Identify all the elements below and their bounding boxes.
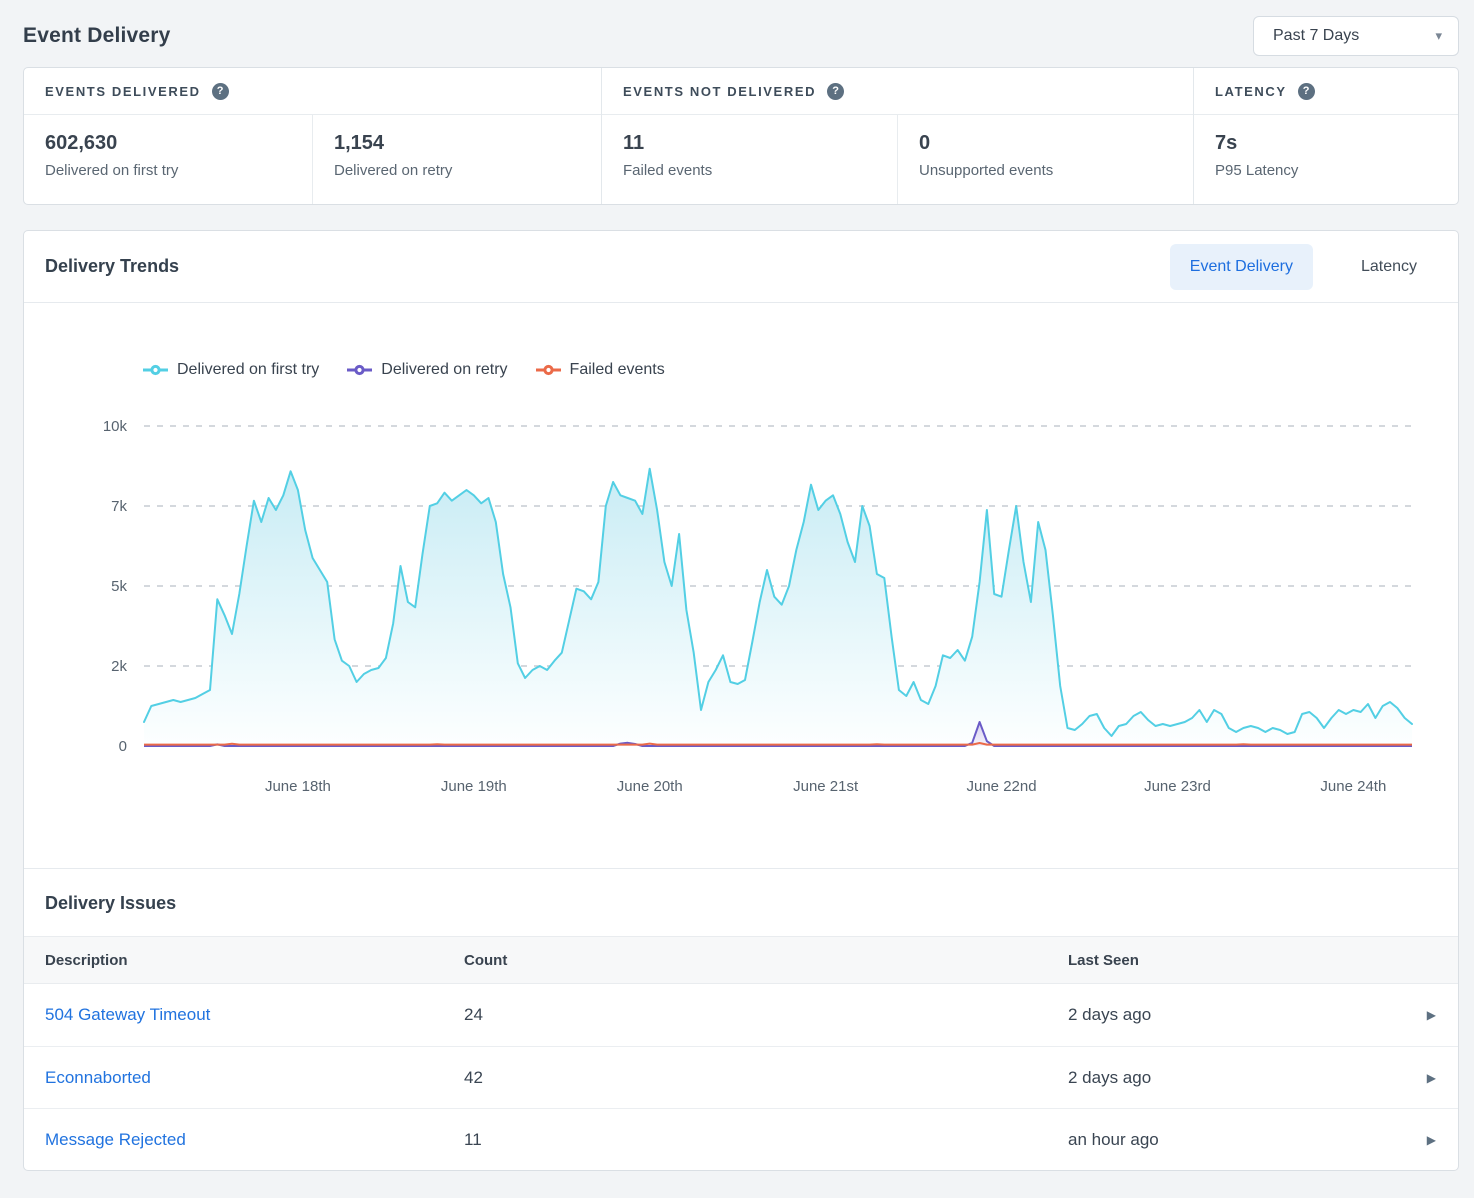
metric-value: 1,154 <box>334 132 601 155</box>
svg-text:June 20th: June 20th <box>617 778 683 795</box>
topbar: Event Delivery Past 7 Days ▾ <box>23 0 1459 67</box>
svg-text:2k: 2k <box>111 658 127 675</box>
issues-title: Delivery Issues <box>45 893 1437 914</box>
help-icon[interactable]: ? <box>212 83 229 100</box>
table-row[interactable]: 504 Gateway Timeout 24 2 days ago ▶ <box>24 984 1458 1046</box>
metric-value: 11 <box>623 132 897 155</box>
column-header-last-seen: Last Seen <box>1068 952 1406 969</box>
svg-text:June 18th: June 18th <box>265 778 331 795</box>
issue-last-seen: 2 days ago <box>1068 1068 1406 1088</box>
issue-link[interactable]: Message Rejected <box>45 1130 186 1149</box>
metric-delivered-first-try: 602,630 Delivered on first try <box>24 115 312 204</box>
legend-item-delivered-retry[interactable]: Delivered on retry <box>346 361 507 379</box>
issue-link[interactable]: 504 Gateway Timeout <box>45 1005 210 1024</box>
page-title: Event Delivery <box>23 24 171 48</box>
svg-text:June 19th: June 19th <box>441 778 507 795</box>
help-icon[interactable]: ? <box>1298 83 1315 100</box>
svg-text:June 21st: June 21st <box>793 778 859 795</box>
metric-p95-latency: 7s P95 Latency <box>1194 115 1458 204</box>
svg-text:June 24th: June 24th <box>1320 778 1386 795</box>
table-row[interactable]: Message Rejected 11 an hour ago ▶ <box>24 1108 1458 1170</box>
delivery-trends-chart[interactable]: 0 2k 5k 7k 10k June 18th June 19th June 20th Jun… <box>24 391 1459 805</box>
trends-title: Delivery Trends <box>45 256 179 277</box>
metric-failed-events: 11 Failed events <box>602 115 897 204</box>
legend-marker-icon <box>142 364 169 376</box>
chevron-down-icon: ▾ <box>1435 29 1442 42</box>
svg-text:June 23rd: June 23rd <box>1144 778 1211 795</box>
metric-value: 7s <box>1215 132 1458 155</box>
stats-group-title: EVENTS DELIVERED <box>45 84 201 99</box>
trends-header: Delivery Trends Event Delivery Latency <box>24 231 1458 303</box>
time-range-value: Past 7 Days <box>1273 27 1359 45</box>
issues-header: Delivery Issues <box>24 869 1458 936</box>
event-delivery-page: Event Delivery Past 7 Days ▾ EVENTS DELI… <box>0 0 1474 1171</box>
delivery-trends-card: Delivery Trends Event Delivery Latency D… <box>23 230 1459 1171</box>
svg-text:June 22nd: June 22nd <box>967 778 1037 795</box>
metric-unsupported-events: 0 Unsupported events <box>897 115 1193 204</box>
trends-tabs: Event Delivery Latency <box>1170 244 1437 290</box>
legend-marker-icon <box>535 364 562 376</box>
stats-group-events-not-delivered: EVENTS NOT DELIVERED ? 11 Failed events … <box>601 68 1193 204</box>
svg-text:5k: 5k <box>111 578 127 595</box>
trends-chart-area: Delivered on first try Delivered on retr… <box>24 303 1458 868</box>
chart-legend: Delivered on first try Delivered on retr… <box>142 359 1458 381</box>
stats-group-latency: LATENCY ? 7s P95 Latency <box>1193 68 1458 204</box>
tab-latency[interactable]: Latency <box>1341 244 1437 290</box>
issue-count: 11 <box>464 1130 1068 1150</box>
issue-count: 24 <box>464 1005 1068 1025</box>
svg-text:7k: 7k <box>111 498 127 515</box>
svg-text:10k: 10k <box>103 418 128 435</box>
table-row[interactable]: Econnaborted 42 2 days ago ▶ <box>24 1046 1458 1108</box>
column-header-count: Count <box>464 952 1068 969</box>
tab-event-delivery[interactable]: Event Delivery <box>1170 244 1313 290</box>
chevron-right-icon[interactable]: ▶ <box>1427 1071 1458 1085</box>
issue-link[interactable]: Econnaborted <box>45 1068 151 1087</box>
chevron-right-icon[interactable]: ▶ <box>1427 1133 1458 1147</box>
metric-label: Unsupported events <box>919 162 1193 179</box>
stats-group-events-delivered: EVENTS DELIVERED ? 602,630 Delivered on … <box>24 68 601 204</box>
stats-summary-card: EVENTS DELIVERED ? 602,630 Delivered on … <box>23 67 1459 205</box>
stats-group-title: EVENTS NOT DELIVERED <box>623 84 816 99</box>
legend-marker-icon <box>346 364 373 376</box>
time-range-dropdown[interactable]: Past 7 Days ▾ <box>1253 16 1459 56</box>
metric-delivered-retry: 1,154 Delivered on retry <box>312 115 601 204</box>
chevron-right-icon[interactable]: ▶ <box>1427 1008 1458 1022</box>
issue-last-seen: 2 days ago <box>1068 1005 1406 1025</box>
legend-label: Delivered on first try <box>177 361 319 379</box>
stats-group-title: LATENCY <box>1215 84 1287 99</box>
issue-count: 42 <box>464 1068 1068 1088</box>
legend-label: Failed events <box>570 361 665 379</box>
metric-label: P95 Latency <box>1215 162 1458 179</box>
metric-value: 0 <box>919 132 1193 155</box>
legend-item-delivered-first-try[interactable]: Delivered on first try <box>142 361 319 379</box>
issue-last-seen: an hour ago <box>1068 1130 1406 1150</box>
svg-text:0: 0 <box>119 738 127 755</box>
legend-item-failed-events[interactable]: Failed events <box>535 361 665 379</box>
help-icon[interactable]: ? <box>827 83 844 100</box>
metric-value: 602,630 <box>45 132 312 155</box>
metric-label: Delivered on first try <box>45 162 312 179</box>
issues-table-header: Description Count Last Seen <box>24 936 1458 984</box>
metric-label: Failed events <box>623 162 897 179</box>
column-header-description: Description <box>45 952 464 969</box>
metric-label: Delivered on retry <box>334 162 601 179</box>
legend-label: Delivered on retry <box>381 361 507 379</box>
